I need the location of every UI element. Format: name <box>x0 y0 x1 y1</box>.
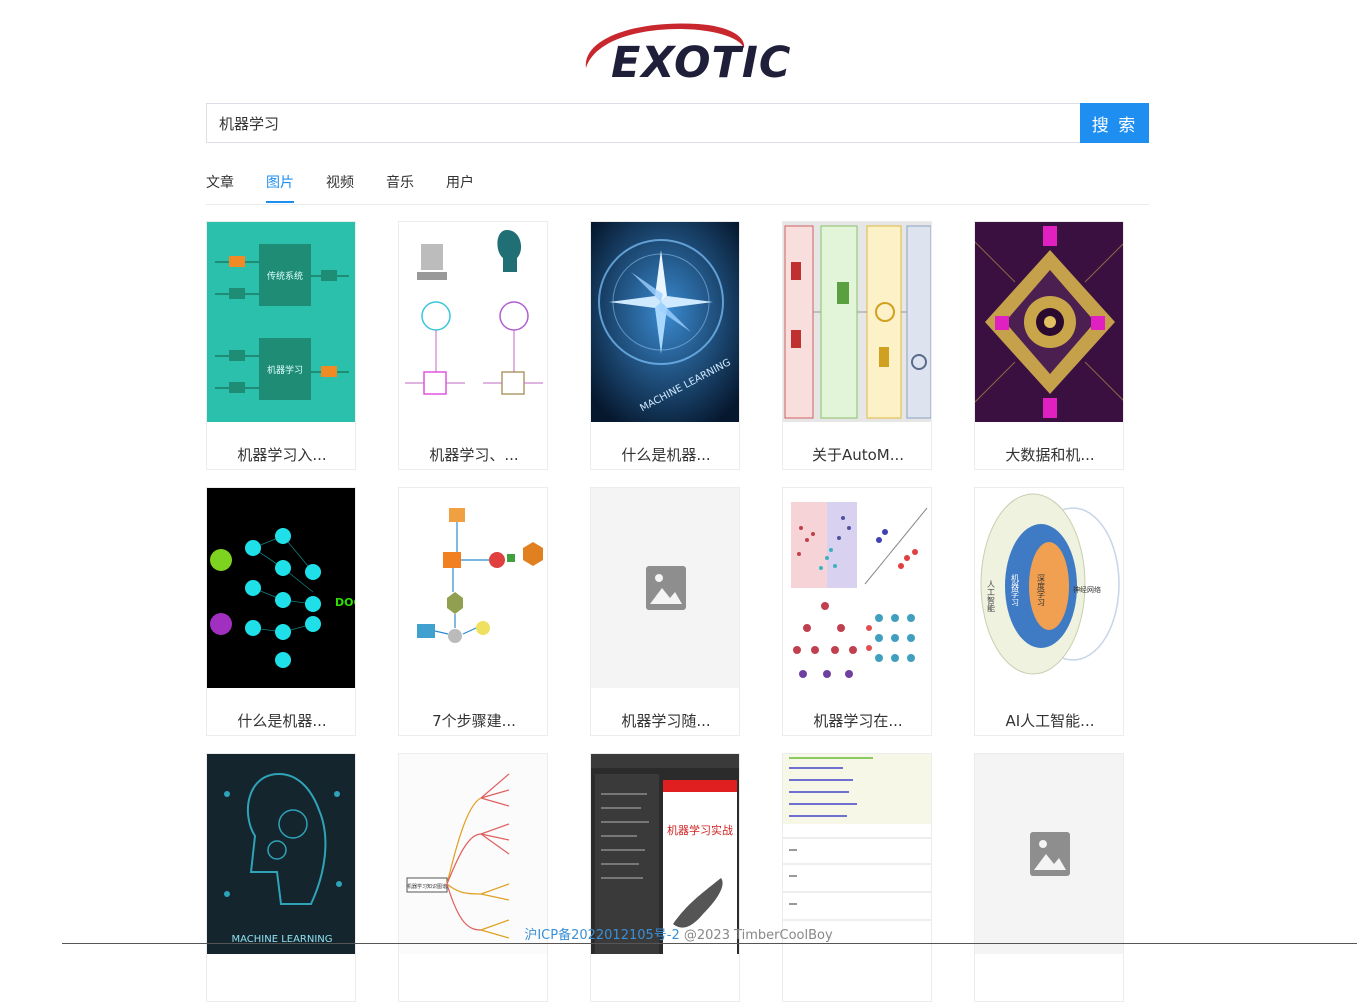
image-caption: 大数据和机... <box>1005 446 1095 464</box>
image-card[interactable]: MACHINE LEARNING <box>206 753 356 1002</box>
image-card[interactable]: 关于AutoM... <box>782 221 932 470</box>
search-bar: 搜 索 <box>206 103 1149 143</box>
image-card[interactable]: 大数据和机... <box>974 221 1124 470</box>
image-thumbnail: MACHINE LEARNING <box>591 222 739 422</box>
image-caption: 关于AutoM... <box>811 446 905 464</box>
site-logo[interactable]: EXOTIC <box>578 18 790 90</box>
image-card[interactable]: 人工智能 机器学习 深度学习 神经网络 AI人工智能... <box>974 487 1124 736</box>
thumb-label: 神经网络 <box>1073 585 1101 594</box>
image-caption: 机器学习入... <box>237 446 327 464</box>
image-card[interactable]: 机器学习实战 <box>590 753 740 1002</box>
image-caption: 机器学习在... <box>813 712 903 730</box>
image-thumbnail: 传统系统 机器学习 <box>207 222 355 422</box>
search-button[interactable]: 搜 索 <box>1080 103 1149 143</box>
thumb-label: 人工智能 <box>987 580 996 613</box>
search-input[interactable] <box>206 103 1080 143</box>
image-caption: AI人工智能... <box>1005 712 1095 730</box>
image-card[interactable] <box>782 753 932 1002</box>
image-card[interactable]: MACHINE LEARNING 什么是机器... <box>590 221 740 470</box>
thumb-label: 机器学习实战 <box>667 823 733 837</box>
image-card[interactable]: 机器学习、... <box>398 221 548 470</box>
logo-text: EXOTIC <box>611 38 792 88</box>
copyright-text: @2023 TimberCoolBoy <box>683 928 833 943</box>
tab-music[interactable]: 音乐 <box>386 173 414 203</box>
image-thumbnail <box>399 222 547 422</box>
thumb-label: 机器学习 <box>1011 573 1020 607</box>
image-card[interactable]: 传统系统 机器学习 机器学习入... <box>206 221 356 470</box>
image-card[interactable] <box>974 753 1124 1002</box>
result-type-tabs: 文章 图片 视频 音乐 用户 <box>206 168 1149 205</box>
image-thumbnail: DOG <box>207 488 356 688</box>
image-caption: 机器学习随... <box>621 712 711 730</box>
image-thumbnail <box>975 222 1123 422</box>
image-thumbnail <box>399 488 547 688</box>
bottom-divider <box>62 943 1357 944</box>
image-caption: 机器学习、... <box>429 446 519 464</box>
image-caption: 7个步骤建... <box>432 712 516 730</box>
image-thumbnail <box>783 488 931 688</box>
image-thumbnail: 人工智能 机器学习 深度学习 神经网络 <box>975 488 1123 688</box>
image-thumbnail <box>591 488 739 688</box>
image-card[interactable]: 机器学习在... <box>782 487 932 736</box>
icp-link[interactable]: 沪ICP备2022012105号-2 <box>524 928 679 943</box>
image-card[interactable]: 机器学习知识图谱 <box>398 753 548 1002</box>
image-thumbnail <box>783 222 931 422</box>
thumb-label: DOG <box>335 596 356 609</box>
thumb-label: 深度学习 <box>1037 574 1046 607</box>
site-footer: 沪ICP备2022012105号-2 @2023 TimberCoolBoy <box>0 924 1357 943</box>
image-caption: 什么是机器... <box>621 446 711 464</box>
thumb-label: 机器学习 <box>267 364 303 376</box>
tab-videos[interactable]: 视频 <box>326 173 354 203</box>
thumb-label: 机器学习知识图谱 <box>407 883 447 890</box>
image-card[interactable]: 机器学习随... <box>590 487 740 736</box>
image-card[interactable]: 7个步骤建... <box>398 487 548 736</box>
image-placeholder-icon <box>646 566 686 610</box>
tab-articles[interactable]: 文章 <box>206 173 234 203</box>
image-card[interactable]: DOG 什么是机器... <box>206 487 356 736</box>
tab-images[interactable]: 图片 <box>266 173 294 203</box>
thumb-label: 传统系统 <box>267 270 303 282</box>
image-caption: 什么是机器... <box>237 712 327 730</box>
tab-users[interactable]: 用户 <box>446 173 474 203</box>
